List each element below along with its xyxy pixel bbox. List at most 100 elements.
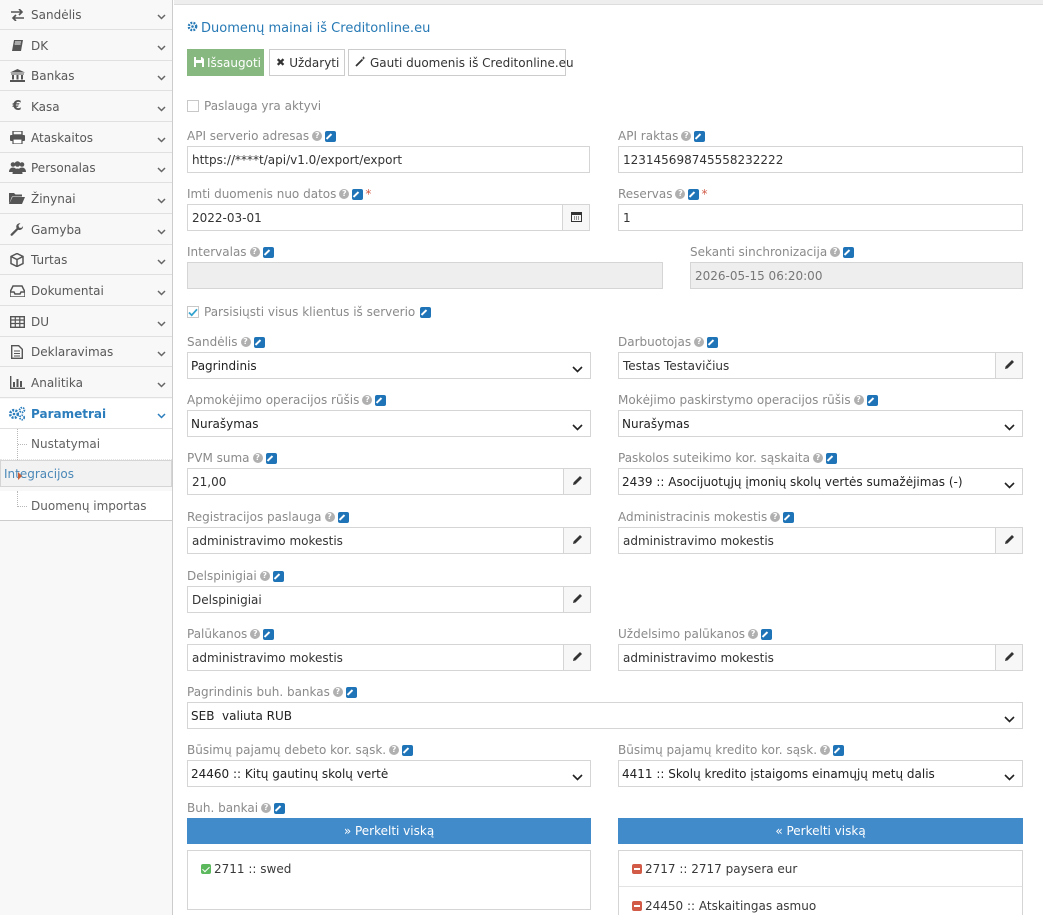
sidebar-item-du[interactable]: DU (0, 307, 172, 337)
fetch-data-button[interactable]: Gauti duomenis iš Creditonline.eu (348, 49, 574, 76)
sidebar-item-analitika[interactable]: Analitika (0, 368, 172, 398)
late-interest-edit-button[interactable] (995, 644, 1023, 671)
service-active-checkbox[interactable]: Paslauga yra aktyvi (187, 99, 321, 113)
move-all-right-button[interactable]: » Perkelti viską (187, 818, 591, 844)
late-interest-input[interactable]: administravimo mokestis (618, 644, 996, 671)
move-all-left-button[interactable]: « Perkelti viską (618, 818, 1023, 844)
warehouse-select[interactable]: Pagrindinis (187, 352, 591, 379)
help-icon[interactable]: ? (830, 247, 841, 257)
penalty-edit-button[interactable] (563, 586, 591, 613)
edit-icon[interactable] (707, 336, 719, 348)
edit-icon[interactable] (688, 188, 700, 200)
registration-edit-button[interactable] (563, 527, 591, 554)
vat-input[interactable]: 21,00 (187, 468, 564, 495)
checkbox-box[interactable] (187, 306, 199, 318)
checkbox-box[interactable] (187, 100, 199, 112)
edit-icon[interactable] (694, 130, 706, 142)
api-key-input[interactable]: 123145698745558232222 (618, 146, 1023, 173)
help-icon[interactable]: ? (694, 337, 705, 347)
help-icon[interactable]: ? (332, 687, 343, 697)
sidebar-item-zinynai[interactable]: Žinynai (0, 184, 172, 214)
interest-input[interactable]: administravimo mokestis (187, 644, 564, 671)
calendar-button[interactable] (562, 204, 590, 231)
sidebar-subitem-integracijos[interactable]: Integracijos (0, 460, 172, 487)
reserve-input[interactable]: 1 (618, 204, 1023, 231)
sidebar-item-personalas[interactable]: Personalas (0, 153, 172, 183)
employee-input[interactable]: Testas Testavičius (618, 352, 996, 379)
help-icon[interactable]: ? (312, 131, 323, 141)
sidebar-item-kasa[interactable]: € Kasa (0, 92, 172, 122)
help-icon[interactable]: ? (362, 395, 373, 405)
save-button[interactable]: Išsaugoti (187, 49, 264, 76)
help-icon[interactable]: ? (240, 337, 251, 347)
vat-edit-button[interactable] (563, 468, 591, 495)
admin-fee-input[interactable]: administravimo mokestis (618, 527, 996, 554)
help-icon[interactable]: ? (812, 453, 823, 463)
loan-account-select[interactable]: 2439 :: Asocijuotųjų įmonių skolų vertės… (618, 468, 1023, 495)
edit-icon[interactable] (274, 802, 286, 814)
help-icon[interactable]: ? (250, 629, 261, 639)
help-icon[interactable]: ? (249, 247, 260, 257)
edit-icon[interactable] (825, 452, 837, 464)
help-icon[interactable]: ? (324, 512, 335, 522)
list-item[interactable]: 2711 :: swed (188, 851, 590, 887)
edit-icon[interactable] (262, 246, 274, 258)
edit-icon[interactable] (253, 336, 265, 348)
future-credit-select[interactable]: 4411 :: Skolų kredito įstaigoms einamųjų… (618, 760, 1023, 787)
edit-icon[interactable] (833, 744, 845, 756)
sidebar-subitem-nustatymai[interactable]: Nustatymai (0, 429, 172, 460)
help-icon[interactable]: ? (261, 803, 272, 813)
sidebar-item-turtas[interactable]: Turtas (0, 245, 172, 275)
future-debit-select[interactable]: 24460 :: Kitų gautinų skolų vertė (187, 760, 591, 787)
edit-icon[interactable] (272, 570, 284, 582)
help-icon[interactable]: ? (770, 512, 781, 522)
help-icon[interactable]: ? (675, 189, 686, 199)
close-button[interactable]: ✖ Uždaryti (269, 49, 345, 76)
edit-icon[interactable] (866, 394, 878, 406)
edit-icon[interactable] (843, 246, 855, 258)
sidebar-item-gamyba[interactable]: Gamyba (0, 215, 172, 245)
penalty-input[interactable]: Delspinigiai (187, 586, 564, 613)
interest-edit-button[interactable] (563, 644, 591, 671)
sidebar-item-bankas[interactable]: Bankas (0, 61, 172, 91)
payment-op-select[interactable]: Nurašymas (187, 410, 591, 437)
sidebar-item-parametrai[interactable]: Parametrai (0, 399, 172, 429)
cogs-icon (8, 406, 26, 421)
help-icon[interactable]: ? (259, 571, 270, 581)
sidebar-item-sandelis[interactable]: Sandėlis (0, 0, 172, 30)
sidebar-item-label: Personalas (31, 160, 96, 175)
employee-edit-button[interactable] (995, 352, 1023, 379)
help-icon[interactable]: ? (389, 745, 400, 755)
edit-icon[interactable] (263, 628, 275, 640)
help-icon[interactable]: ? (339, 189, 350, 199)
help-icon[interactable]: ? (681, 131, 692, 141)
edit-icon[interactable] (337, 511, 349, 523)
download-clients-checkbox[interactable]: Parsisiųsti visus klientus iš serverio (187, 305, 432, 319)
edit-icon[interactable] (375, 394, 387, 406)
edit-icon[interactable] (325, 130, 337, 142)
api-address-input[interactable]: https://****t/api/v1.0/export/export (187, 146, 590, 173)
edit-icon[interactable] (402, 744, 414, 756)
sidebar-item-dk[interactable]: DK (0, 31, 172, 61)
help-icon[interactable]: ? (820, 745, 831, 755)
admin-fee-edit-button[interactable] (995, 527, 1023, 554)
help-icon[interactable]: ? (748, 629, 759, 639)
edit-icon[interactable] (345, 686, 357, 698)
edit-icon[interactable] (420, 306, 432, 318)
sidebar-item-ataskaitos[interactable]: Ataskaitos (0, 123, 172, 153)
sidebar-item-label: Parametrai (31, 406, 107, 421)
main-bank-select[interactable]: SEB valiuta RUB (187, 702, 1023, 729)
edit-icon[interactable] (265, 452, 277, 464)
sidebar-subitem-duomenu-importas[interactable]: Duomenų importas (0, 491, 172, 521)
edit-icon[interactable] (352, 188, 364, 200)
registration-input[interactable]: administravimo mokestis (187, 527, 564, 554)
sidebar-item-dokumentai[interactable]: Dokumentai (0, 276, 172, 306)
payment-dist-select[interactable]: Nurašymas (618, 410, 1023, 437)
help-icon[interactable]: ? (252, 453, 263, 463)
sidebar-item-deklaravimas[interactable]: Deklaravimas (0, 337, 172, 367)
list-item[interactable]: 2717 :: 2717 paysera eur (619, 851, 1022, 887)
edit-icon[interactable] (761, 628, 773, 640)
date-from-input[interactable]: 2022-03-01 (187, 204, 563, 231)
help-icon[interactable]: ? (853, 395, 864, 405)
edit-icon[interactable] (783, 511, 795, 523)
